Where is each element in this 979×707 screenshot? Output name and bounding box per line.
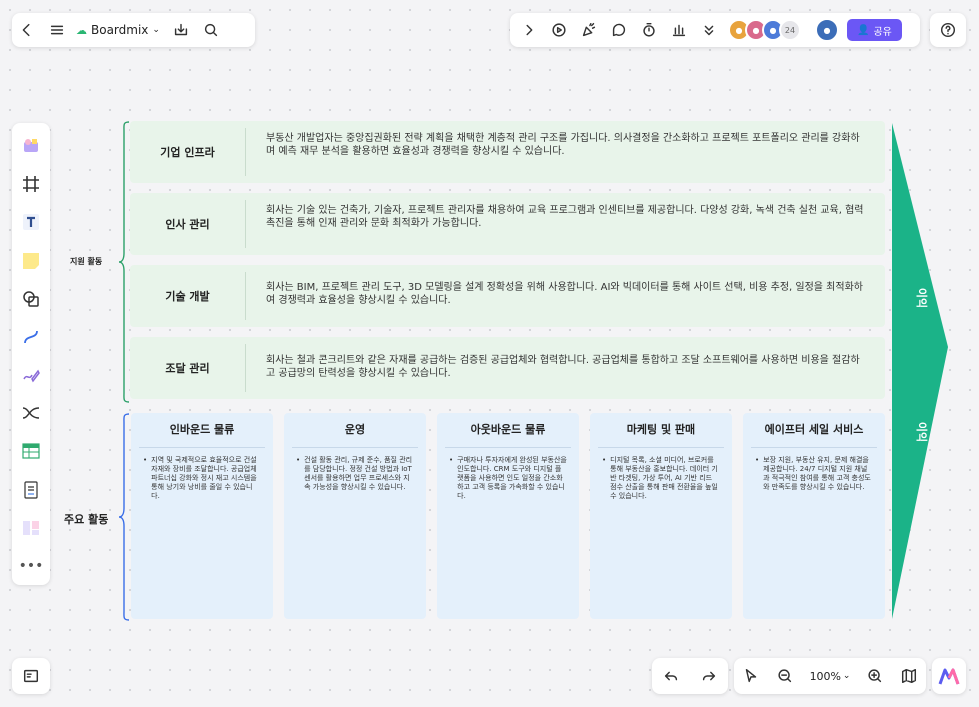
- menu-icon[interactable]: [42, 15, 72, 45]
- support-row-title: 기업 인프라: [130, 128, 246, 176]
- collaborator-avatars[interactable]: ● ● ● 24: [728, 19, 801, 41]
- margin-label: 이익: [915, 287, 929, 309]
- more-icon[interactable]: •••: [16, 547, 46, 585]
- support-row-infrastructure[interactable]: 기업 인프라 부동산 개발업자는 중앙집권화된 전략 계획을 채택한 계층적 관…: [130, 121, 885, 183]
- current-user-avatar[interactable]: ●: [815, 18, 839, 42]
- table-icon[interactable]: [16, 432, 46, 470]
- support-row-desc: 회사는 BIM, 프로젝트 관리 도구, 3D 모델링을 설계 정확성을 위해 …: [266, 282, 863, 306]
- ai-logo-icon[interactable]: [938, 666, 960, 686]
- bullet: •: [602, 456, 607, 464]
- bullet: •: [755, 456, 760, 464]
- undo-icon[interactable]: [662, 667, 680, 685]
- redo-icon[interactable]: [700, 667, 718, 685]
- connector-icon[interactable]: [16, 318, 46, 356]
- timer-icon[interactable]: [634, 15, 664, 45]
- bullet: •: [296, 456, 301, 464]
- primary-card-text: 건설 활동 관리, 규제 준수, 품질 관리를 담당합니다. 정정 건설 방법과…: [304, 456, 413, 491]
- support-row-title: 인사 관리: [130, 200, 246, 248]
- primary-card-body: • 구매자나 투자자에게 완성된 부동산을 인도합니다. CRM 도구와 디지털 …: [445, 456, 571, 501]
- download-icon[interactable]: [166, 15, 196, 45]
- primary-card-outbound[interactable]: 아웃바운드 물류 • 구매자나 투자자에게 완성된 부동산을 인도합니다. CRM…: [437, 413, 579, 619]
- user-plus-icon: 👤: [857, 24, 870, 36]
- support-row-desc: 회사는 철과 콘크리트와 같은 자재를 공급하는 검증된 공급업체와 협력합니다…: [266, 355, 860, 379]
- board-name-dropdown[interactable]: ☁ Boardmix ⌄: [76, 23, 160, 37]
- primary-card-title: 에이프터 세일 서비스: [751, 421, 877, 448]
- primary-card-title: 운영: [292, 421, 418, 448]
- cursor-icon[interactable]: [742, 667, 760, 685]
- primary-card-title: 인바운드 물류: [139, 421, 265, 448]
- bullet: •: [143, 456, 148, 464]
- board-name: Boardmix: [91, 23, 149, 37]
- undo-redo-panel: [652, 658, 728, 694]
- bullet: •: [449, 456, 454, 464]
- frame-icon[interactable]: [16, 165, 46, 203]
- ai-assistant-panel: [932, 658, 966, 694]
- primary-card-text: 구매자나 투자자에게 완성된 부동산을 인도합니다. CRM 도구와 디지털 플…: [457, 456, 567, 500]
- sticky-note-icon[interactable]: [16, 242, 46, 280]
- primary-card-service[interactable]: 에이프터 세일 서비스 • 보장 지원, 부동산 유지, 문제 해결을 제공합니다…: [743, 413, 885, 619]
- chevron-down-icon[interactable]: ⌄: [843, 671, 851, 681]
- avatar-count: 24: [779, 19, 801, 41]
- back-icon[interactable]: [12, 15, 42, 45]
- vote-icon[interactable]: [664, 15, 694, 45]
- play-icon[interactable]: [544, 15, 574, 45]
- top-right-toolbar: ● ● ● 24 ● 👤 공유: [510, 13, 920, 47]
- primary-activities-brace: [118, 413, 130, 621]
- primary-activities-label: 주요 활동: [64, 513, 109, 526]
- cloud-icon: ☁: [76, 23, 87, 37]
- primary-card-body: • 보장 지원, 부동산 유지, 문제 해결을 제공합니다. 24/7 디지털 지…: [751, 456, 877, 492]
- primary-card-title: 마케팅 및 판매: [598, 421, 724, 448]
- support-row-technology[interactable]: 기술 개발 회사는 BIM, 프로젝트 관리 도구, 3D 모델링을 설계 정확…: [130, 265, 885, 327]
- help-panel: [930, 13, 966, 47]
- minimap-icon[interactable]: [22, 667, 40, 685]
- chevron-down-icon: ⌄: [152, 25, 160, 35]
- shape-icon[interactable]: [16, 280, 46, 318]
- support-activities-label: 지원 활동: [70, 257, 103, 266]
- support-row-hr[interactable]: 인사 관리 회사는 기술 있는 건축가, 기술자, 프로젝트 관리자를 채용하여…: [130, 193, 885, 255]
- search-icon[interactable]: [196, 15, 226, 45]
- templates-icon[interactable]: [16, 127, 46, 165]
- margin-label: 이익: [915, 421, 929, 443]
- primary-card-title: 아웃바운드 물류: [445, 421, 571, 448]
- support-row-procurement[interactable]: 조달 관리 회사는 철과 콘크리트와 같은 자재를 공급하는 검증된 공급업체와…: [130, 337, 885, 399]
- support-row-desc: 회사는 기술 있는 건축가, 기술자, 프로젝트 관리자를 채용하여 교육 프로…: [266, 205, 864, 229]
- double-chevron-down-icon[interactable]: [694, 15, 724, 45]
- support-activities-brace: [118, 121, 130, 403]
- primary-card-body: • 지역 및 국제적으로 효율적으로 건설 자재와 장비를 조달합니다. 공급업체…: [139, 456, 265, 501]
- primary-card-body: • 디지털 목록, 소셜 미디어, 브로커를 통해 부동산을 홍보합니다. 데이터…: [598, 456, 724, 501]
- primary-card-operations[interactable]: 운영 • 건설 활동 관리, 규제 준수, 품질 관리를 담당합니다. 정정 건설…: [284, 413, 426, 619]
- comment-icon[interactable]: [604, 15, 634, 45]
- chevron-right-icon[interactable]: [514, 15, 544, 45]
- text-icon[interactable]: [16, 203, 46, 241]
- support-row-title: 기술 개발: [130, 272, 246, 320]
- primary-card-body: • 건설 활동 관리, 규제 준수, 품질 관리를 담당합니다. 정정 건설 방법…: [292, 456, 418, 492]
- document-icon[interactable]: [16, 471, 46, 509]
- primary-card-text: 지역 및 국제적으로 효율적으로 건설 자재와 장비를 조달합니다. 공급업체 …: [151, 456, 257, 500]
- help-icon[interactable]: [939, 21, 957, 39]
- zoom-panel: 100% ⌄: [734, 658, 926, 694]
- side-toolbar: •••: [12, 123, 50, 585]
- support-row-desc: 부동산 개발업자는 중앙집권화된 전략 계획을 채택한 계층적 관리 구조를 가…: [266, 133, 860, 157]
- margin-arrow[interactable]: [892, 123, 950, 619]
- pen-icon[interactable]: [16, 356, 46, 394]
- top-left-toolbar: ☁ Boardmix ⌄: [12, 13, 255, 47]
- share-button[interactable]: 👤 공유: [847, 19, 902, 41]
- primary-card-text: 디지털 목록, 소셜 미디어, 브로커를 통해 부동산을 홍보합니다. 데이터 …: [610, 456, 718, 500]
- celebrate-icon[interactable]: [574, 15, 604, 45]
- bottom-left-panel: [12, 658, 50, 694]
- primary-card-text: 보장 지원, 부동산 유지, 문제 해결을 제공합니다. 24/7 디지털 지원…: [763, 456, 871, 491]
- zoom-level[interactable]: 100%: [810, 670, 841, 683]
- support-row-title: 조달 관리: [130, 344, 246, 392]
- map-icon[interactable]: [900, 667, 918, 685]
- zoom-out-icon[interactable]: [776, 667, 794, 685]
- mind-map-icon[interactable]: [16, 394, 46, 432]
- primary-card-inbound[interactable]: 인바운드 물류 • 지역 및 국제적으로 효율적으로 건설 자재와 장비를 조달합…: [131, 413, 273, 619]
- share-label: 공유: [873, 26, 892, 38]
- kanban-icon[interactable]: [16, 509, 46, 547]
- zoom-in-icon[interactable]: [866, 667, 884, 685]
- primary-card-marketing[interactable]: 마케팅 및 판매 • 디지털 목록, 소셜 미디어, 브로커를 통해 부동산을 홍…: [590, 413, 732, 619]
